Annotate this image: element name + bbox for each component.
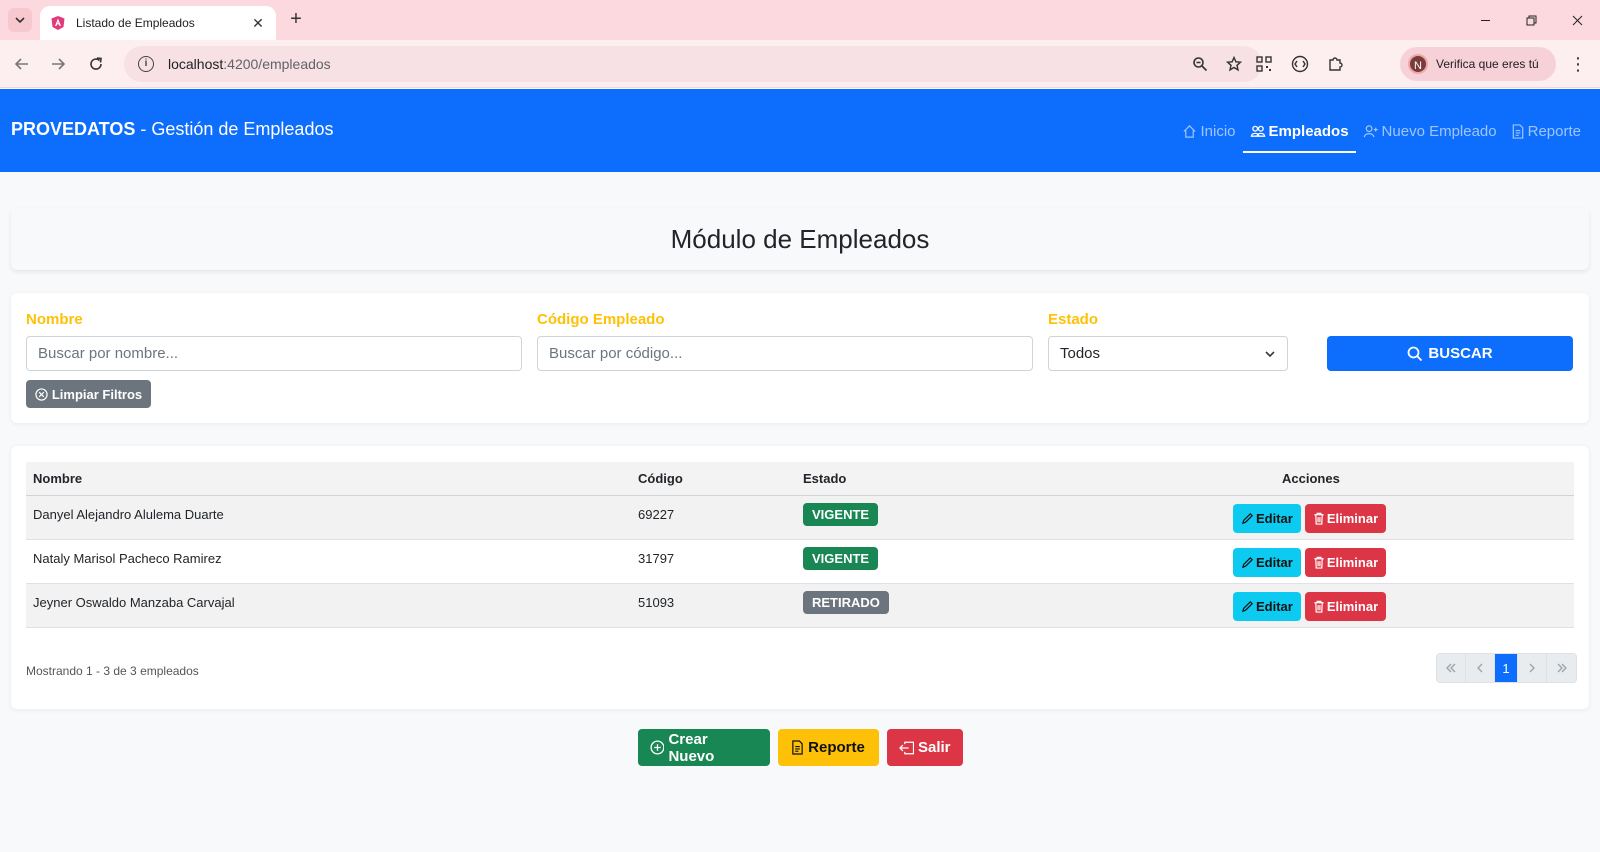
box-arrow-left-icon [898, 741, 914, 754]
people-icon [1250, 125, 1265, 137]
status-badge: RETIRADO [803, 591, 889, 614]
edit-button[interactable]: Editar [1233, 504, 1301, 533]
delete-button[interactable]: Eliminar [1304, 592, 1387, 621]
employee-name: Danyel Alejandro Alulema Duarte [33, 507, 224, 522]
pencil-icon [1241, 513, 1253, 525]
nav-links: Inicio Empleados Nuevo Empleado Reporte [1175, 107, 1588, 155]
brand[interactable]: PROVEDATOS - Gestión de Empleados [11, 119, 333, 140]
zoom-icon[interactable] [1186, 50, 1214, 78]
bookmark-star-icon[interactable] [1220, 50, 1248, 78]
window-controls [1462, 0, 1600, 40]
trash-icon [1314, 556, 1324, 569]
reload-icon[interactable] [84, 52, 108, 76]
close-window-icon[interactable] [1554, 0, 1600, 40]
employees-table-card: Nombre Código Estado Acciones Danyel Ale… [11, 446, 1589, 709]
employee-code: 51093 [638, 595, 675, 610]
extensions-puzzle-icon[interactable] [1324, 52, 1348, 76]
nav-link-empleados[interactable]: Empleados [1242, 107, 1356, 155]
pencil-icon [1241, 557, 1253, 569]
name-filter-label: Nombre [26, 311, 83, 328]
qr-code-icon[interactable] [1252, 52, 1276, 76]
trash-icon [1314, 512, 1324, 525]
status-badge: VIGENTE [803, 503, 879, 526]
person-add-icon [1363, 124, 1378, 137]
avatar: N [1408, 54, 1428, 74]
chevron-down-icon [1265, 350, 1275, 357]
status-badge: VIGENTE [803, 547, 879, 570]
name-search-input[interactable]: Buscar por nombre... [26, 336, 522, 371]
site-info-icon[interactable]: i [138, 56, 154, 72]
column-header-nombre[interactable]: Nombre [33, 462, 82, 495]
nav-link-reporte[interactable]: Reporte [1504, 107, 1588, 155]
column-header-estado[interactable]: Estado [803, 462, 846, 495]
extension-dev-icon[interactable] [1288, 52, 1312, 76]
filter-card: Nombre Buscar por nombre... Código Emple… [11, 293, 1589, 423]
clear-filters-button[interactable]: Limpiar Filtros [26, 380, 151, 408]
angular-logo-icon [51, 16, 65, 30]
address-toolbar: i localhost:4200/empleados N Verifica qu… [0, 40, 1600, 88]
status-select[interactable]: Todos [1048, 336, 1288, 371]
new-tab-button[interactable]: + [284, 8, 308, 32]
browser-menu-icon[interactable]: ⋮ [1566, 52, 1590, 76]
status-select-value: Todos [1060, 345, 1101, 362]
edit-button[interactable]: Editar [1233, 592, 1301, 621]
chevron-down-icon [15, 17, 25, 24]
house-icon [1183, 124, 1197, 138]
file-text-icon [1512, 123, 1523, 139]
nav-link-nuevo-empleado[interactable]: Nuevo Empleado [1356, 107, 1504, 155]
pagination-summary: Mostrando 1 - 3 de 3 empleados [26, 664, 199, 678]
delete-button[interactable]: Eliminar [1304, 548, 1387, 577]
nav-link-inicio[interactable]: Inicio [1175, 107, 1242, 155]
bottom-actions: Crear Nuevo Reporte Salir [0, 729, 1600, 766]
employees-table: Nombre Código Estado Acciones Danyel Ale… [26, 462, 1574, 628]
page-button-current[interactable]: 1 [1495, 654, 1518, 682]
pencil-icon [1241, 601, 1253, 613]
tab-search-button[interactable] [8, 8, 32, 32]
report-button[interactable]: Reporte [777, 729, 879, 766]
prev-page-icon[interactable] [1466, 654, 1495, 682]
profile-text: Verifica que eres tú [1436, 57, 1539, 71]
address-bar[interactable]: i localhost:4200/empleados [124, 46, 1262, 82]
page-title: Módulo de Empleados [670, 223, 930, 254]
code-search-input[interactable]: Buscar por código... [537, 336, 1033, 371]
table-row: Danyel Alejandro Alulema Duarte 69227 VI… [26, 496, 1574, 540]
column-header-codigo[interactable]: Código [638, 462, 683, 495]
column-header-acciones: Acciones [1282, 471, 1340, 486]
search-icon [1408, 346, 1423, 361]
browser-tab[interactable]: Listado de Empleados ✕ [40, 6, 276, 40]
minimize-icon[interactable] [1462, 0, 1508, 40]
profile-button[interactable]: N Verifica que eres tú [1400, 47, 1556, 81]
app-navbar: PROVEDATOS - Gestión de Empleados Inicio… [0, 89, 1600, 172]
restore-icon[interactable] [1508, 0, 1554, 40]
url-text: localhost:4200/empleados [168, 56, 331, 72]
table-header-row: Nombre Código Estado Acciones [26, 462, 1574, 496]
forward-icon[interactable] [46, 52, 70, 76]
code-filter-label: Código Empleado [537, 311, 665, 328]
tab-title: Listado de Empleados [76, 16, 195, 30]
exit-button[interactable]: Salir [886, 729, 963, 766]
page-title-card: Módulo de Empleados [11, 208, 1589, 270]
back-icon[interactable] [10, 52, 34, 76]
create-new-button[interactable]: Crear Nuevo [637, 729, 770, 766]
close-tab-icon[interactable]: ✕ [250, 15, 266, 32]
plus-circle-icon [649, 740, 665, 755]
last-page-icon[interactable] [1547, 654, 1576, 682]
trash-icon [1314, 600, 1324, 613]
table-row: Nataly Marisol Pacheco Ramirez 31797 VIG… [26, 540, 1574, 584]
pagination: 1 [1436, 653, 1577, 683]
edit-button[interactable]: Editar [1233, 548, 1301, 577]
delete-button[interactable]: Eliminar [1304, 504, 1387, 533]
file-text-icon [792, 740, 803, 755]
x-circle-icon [35, 387, 48, 401]
browser-tab-strip: Listado de Empleados ✕ + [0, 0, 1600, 40]
employee-name: Nataly Marisol Pacheco Ramirez [33, 551, 222, 566]
employee-code: 31797 [638, 551, 675, 566]
employee-name: Jeyner Oswaldo Manzaba Carvajal [33, 595, 235, 610]
employee-code: 69227 [638, 507, 675, 522]
table-row: Jeyner Oswaldo Manzaba Carvajal 51093 RE… [26, 584, 1574, 628]
first-page-icon[interactable] [1437, 654, 1466, 682]
search-button[interactable]: BUSCAR [1327, 336, 1573, 371]
status-filter-label: Estado [1048, 311, 1099, 328]
next-page-icon[interactable] [1518, 654, 1547, 682]
